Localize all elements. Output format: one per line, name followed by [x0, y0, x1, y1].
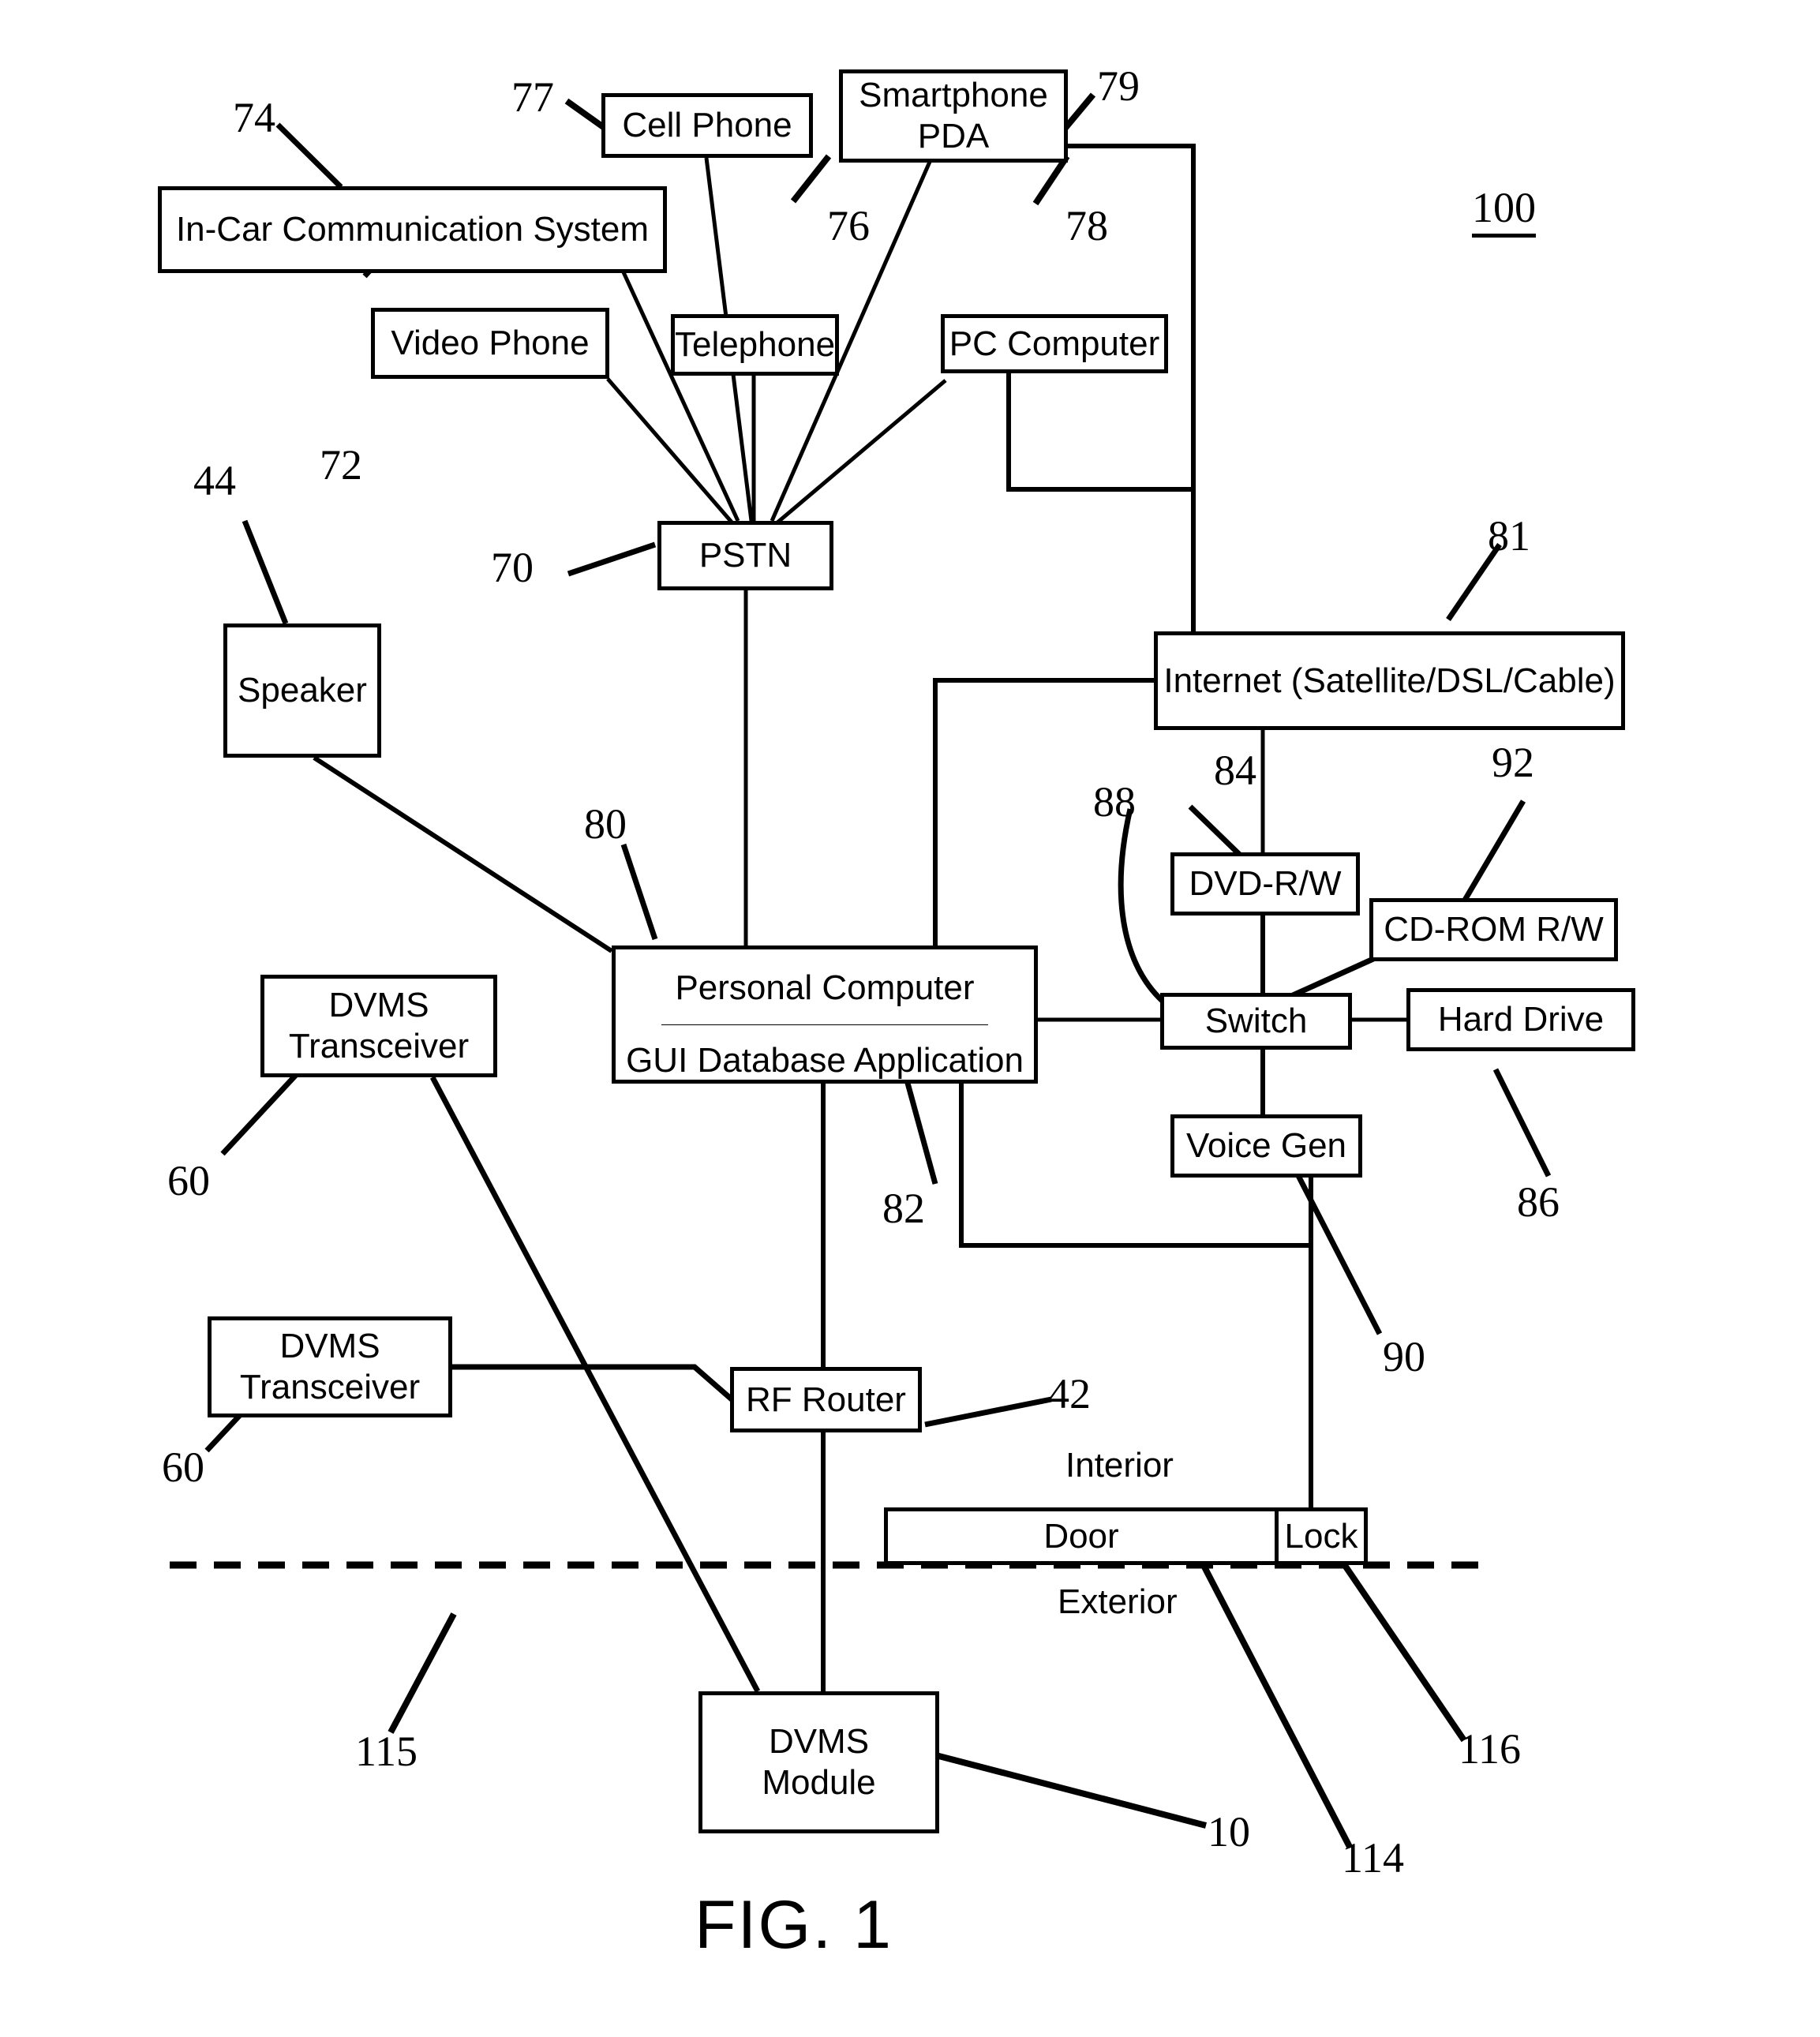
- node-switch[interactable]: Switch: [1160, 993, 1352, 1050]
- ref-86: 86: [1517, 1178, 1560, 1226]
- node-label: PC Computer: [949, 324, 1160, 363]
- node-label: Switch: [1204, 1002, 1308, 1041]
- node-label-line1: DVMS: [768, 1722, 870, 1762]
- node-label-line2: PDA: [917, 117, 990, 155]
- node-label: Internet (Satellite/DSL/Cable): [1163, 661, 1616, 700]
- node-personal-computer[interactable]: Personal Computer GUI Database Applicati…: [612, 945, 1038, 1084]
- node-rf-router[interactable]: RF Router: [730, 1367, 922, 1432]
- node-dvms-transceiver-upper[interactable]: DVMS Transceiver: [260, 975, 497, 1077]
- node-label-line2: Transceiver: [288, 1027, 470, 1065]
- node-label: Cell Phone: [622, 106, 792, 145]
- ref-76: 76: [827, 202, 870, 249]
- node-label-title: Personal Computer: [675, 968, 975, 1007]
- node-label: Hard Drive: [1437, 1000, 1605, 1039]
- ref-92: 92: [1492, 739, 1534, 786]
- node-cd-rom-rw[interactable]: CD-ROM R/W: [1369, 898, 1618, 961]
- node-internet[interactable]: Internet (Satellite/DSL/Cable): [1154, 631, 1625, 730]
- node-dvd-rw[interactable]: DVD-R/W: [1170, 852, 1360, 916]
- ref-81: 81: [1488, 512, 1530, 560]
- node-pc-computer[interactable]: PC Computer: [941, 314, 1168, 373]
- ref-115: 115: [355, 1728, 418, 1775]
- ref-114: 114: [1342, 1834, 1404, 1882]
- ref-80: 80: [584, 800, 627, 848]
- node-label: PSTN: [698, 536, 792, 575]
- node-video-phone[interactable]: Video Phone: [371, 308, 609, 379]
- patent-figure-1: In-Car Communication System Cell Phone S…: [0, 0, 1820, 2037]
- ref-116: 116: [1459, 1725, 1521, 1773]
- node-door[interactable]: Door: [884, 1507, 1279, 1565]
- ref-60-upper: 60: [167, 1157, 210, 1204]
- node-label: Door: [1043, 1516, 1119, 1556]
- node-label: RF Router: [746, 1380, 906, 1419]
- ref-90: 90: [1383, 1333, 1425, 1380]
- node-label: In-Car Communication System: [175, 210, 650, 249]
- node-label: Video Phone: [391, 324, 590, 363]
- node-smartphone-pda[interactable]: Smartphone PDA: [839, 69, 1068, 163]
- node-voice-gen[interactable]: Voice Gen: [1170, 1114, 1362, 1178]
- ref-88: 88: [1093, 778, 1136, 826]
- ref-72: 72: [320, 441, 362, 489]
- node-pstn[interactable]: PSTN: [657, 521, 833, 590]
- node-label-line1: Smartphone: [859, 76, 1048, 115]
- ref-74: 74: [233, 94, 275, 141]
- node-label: Lock: [1284, 1516, 1358, 1556]
- node-in-car-communication-system[interactable]: In-Car Communication System: [158, 186, 667, 273]
- node-speaker[interactable]: Speaker: [223, 623, 381, 758]
- node-label: DVD-R/W: [1189, 864, 1342, 904]
- ref-10: 10: [1208, 1808, 1250, 1855]
- node-label-line2: Transceiver: [239, 1368, 421, 1406]
- node-label-application: GUI Database Application: [626, 1040, 1024, 1080]
- ref-79: 79: [1097, 62, 1140, 110]
- door-lock-assembly: Door Lock: [884, 1507, 1368, 1565]
- node-telephone[interactable]: Telephone: [671, 314, 839, 376]
- node-label: Speaker: [238, 671, 367, 710]
- ref-70: 70: [491, 544, 534, 591]
- ref-82: 82: [882, 1185, 925, 1232]
- ref-77: 77: [511, 73, 554, 121]
- ref-44: 44: [193, 457, 236, 504]
- node-label: Voice Gen: [1185, 1126, 1347, 1166]
- ref-84: 84: [1214, 747, 1256, 794]
- node-label-line1: DVMS: [328, 986, 429, 1025]
- node-cell-phone[interactable]: Cell Phone: [601, 93, 813, 158]
- node-label-line1: DVMS: [279, 1327, 380, 1366]
- label-interior: Interior: [1065, 1446, 1174, 1485]
- node-dvms-module[interactable]: DVMS Module: [698, 1691, 939, 1833]
- node-hard-drive[interactable]: Hard Drive: [1406, 988, 1635, 1051]
- node-lock[interactable]: Lock: [1275, 1507, 1368, 1565]
- label-exterior: Exterior: [1058, 1582, 1178, 1621]
- ref-42: 42: [1048, 1370, 1091, 1417]
- ref-100-system: 100: [1472, 183, 1536, 238]
- node-dvms-transceiver-lower[interactable]: DVMS Transceiver: [208, 1316, 452, 1417]
- node-label: Telephone: [674, 325, 836, 365]
- node-label: CD-ROM R/W: [1384, 910, 1604, 949]
- ref-78: 78: [1065, 202, 1108, 249]
- figure-caption: FIG. 1: [695, 1887, 893, 1963]
- ref-60-lower: 60: [162, 1443, 204, 1491]
- node-label-line2: Module: [762, 1763, 876, 1802]
